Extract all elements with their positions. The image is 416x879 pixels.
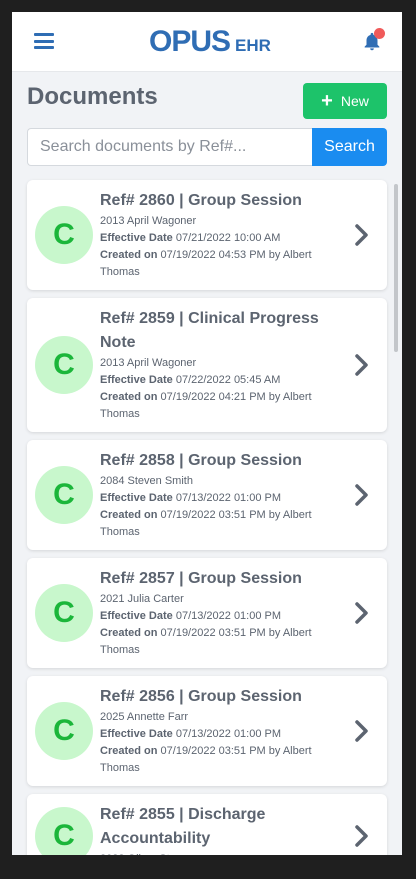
document-effective-date: Effective Date 07/13/2022 01:00 PM xyxy=(100,490,325,507)
document-card[interactable]: Ref# 2860 | Group Session 2013 April Wago… xyxy=(27,180,387,290)
document-effective-date: Effective Date 07/13/2022 01:00 PM xyxy=(100,608,325,625)
document-client: 2013 April Wagoner xyxy=(100,357,197,369)
created-on-label: Created on xyxy=(100,391,158,403)
logo-main: OPUS xyxy=(149,25,231,58)
chevron-right-icon[interactable] xyxy=(352,353,372,377)
document-created-on: Created on 07/19/2022 03:51 PM by Albert… xyxy=(100,743,325,777)
document-card[interactable]: Ref# 2855 | Discharge Accountability 2032… xyxy=(27,794,387,855)
document-title: Ref# 2855 | Discharge Accountability xyxy=(100,806,266,847)
document-effective-date: Effective Date 07/21/2022 10:00 AM xyxy=(100,230,325,247)
chevron-right-icon[interactable] xyxy=(352,223,372,247)
document-card[interactable]: Ref# 2857 | Group Session 2021 Julia Cart… xyxy=(27,558,387,668)
chevron-right-icon[interactable] xyxy=(352,824,372,848)
effective-date-label: Effective Date xyxy=(100,728,173,740)
app-logo: OPUS EHR xyxy=(149,27,271,57)
document-avatar: C xyxy=(35,584,93,642)
effective-date-value: 07/13/2022 01:00 PM xyxy=(175,728,282,740)
document-avatar: C xyxy=(35,206,93,264)
new-document-button[interactable]: + New xyxy=(303,83,387,119)
app-frame: OPUS EHR Documents + New Search Ref# 286… xyxy=(12,12,402,855)
effective-date-value: 07/21/2022 10:00 AM xyxy=(175,232,281,244)
document-client: 2013 April Wagoner xyxy=(100,215,197,227)
document-title: Ref# 2857 | Group Session xyxy=(100,570,302,587)
document-client: 2025 Annette Farr xyxy=(100,711,189,723)
effective-date-label: Effective Date xyxy=(100,492,173,504)
created-on-label: Created on xyxy=(100,249,158,261)
scrollbar[interactable] xyxy=(394,184,398,352)
document-client: 2084 Steven Smith xyxy=(100,475,193,487)
effective-date-value: 07/13/2022 01:00 PM xyxy=(175,610,282,622)
document-client: 2021 Julia Carter xyxy=(100,593,184,605)
search-button[interactable]: Search xyxy=(312,128,387,166)
created-on-label: Created on xyxy=(100,627,158,639)
document-effective-date: Effective Date 07/22/2022 05:45 AM xyxy=(100,372,325,389)
chevron-right-icon[interactable] xyxy=(352,601,372,625)
plus-icon: + xyxy=(321,90,333,112)
document-list: Ref# 2860 | Group Session 2013 April Wago… xyxy=(27,180,387,855)
document-created-on: Created on 07/19/2022 03:51 PM by Albert… xyxy=(100,625,325,659)
document-card[interactable]: Ref# 2856 | Group Session 2025 Annette Fa… xyxy=(27,676,387,786)
document-card-body: Ref# 2858 | Group Session 2084 Steven Smi… xyxy=(100,440,325,550)
document-card[interactable]: Ref# 2858 | Group Session 2084 Steven Smi… xyxy=(27,440,387,550)
document-card-body: Ref# 2857 | Group Session 2021 Julia Cart… xyxy=(100,558,325,668)
chevron-right-icon[interactable] xyxy=(352,483,372,507)
document-title: Ref# 2858 | Group Session xyxy=(100,452,302,469)
effective-date-value: 07/22/2022 05:45 AM xyxy=(175,374,281,386)
document-card-body: Ref# 2859 | Clinical Progress Note 2013 A… xyxy=(100,298,325,432)
created-on-label: Created on xyxy=(100,509,158,521)
document-created-on: Created on 07/19/2022 04:53 PM by Albert… xyxy=(100,247,325,281)
search-input[interactable] xyxy=(27,128,312,166)
logo-sub: EHR xyxy=(235,36,271,55)
page-title: Documents xyxy=(27,83,158,110)
document-client: 2032 Oliver Stone xyxy=(100,851,325,855)
document-card-body: Ref# 2855 | Discharge Accountability 2032… xyxy=(100,794,325,855)
document-card-body: Ref# 2860 | Group Session 2013 April Wago… xyxy=(100,180,325,290)
search-bar: Search xyxy=(27,128,387,166)
chevron-right-icon[interactable] xyxy=(352,719,372,743)
created-on-label: Created on xyxy=(100,745,158,757)
document-avatar: C xyxy=(35,336,93,394)
document-card[interactable]: Ref# 2859 | Clinical Progress Note 2013 A… xyxy=(27,298,387,432)
document-avatar: C xyxy=(35,807,93,855)
document-effective-date: Effective Date 07/13/2022 01:00 PM xyxy=(100,726,325,743)
document-title: Ref# 2856 | Group Session xyxy=(100,688,302,705)
effective-date-label: Effective Date xyxy=(100,610,173,622)
notification-dot xyxy=(374,28,385,39)
document-card-body: Ref# 2856 | Group Session 2025 Annette Fa… xyxy=(100,676,325,786)
document-title: Ref# 2859 | Clinical Progress Note xyxy=(100,310,319,351)
hamburger-icon[interactable] xyxy=(34,33,54,49)
new-button-label: New xyxy=(340,93,369,109)
document-title: Ref# 2860 | Group Session xyxy=(100,192,302,209)
document-avatar: C xyxy=(35,702,93,760)
document-created-on: Created on 07/19/2022 04:21 PM by Albert… xyxy=(100,389,325,423)
effective-date-label: Effective Date xyxy=(100,232,173,244)
document-avatar: C xyxy=(35,466,93,524)
effective-date-label: Effective Date xyxy=(100,374,173,386)
effective-date-value: 07/13/2022 01:00 PM xyxy=(175,492,282,504)
document-created-on: Created on 07/19/2022 03:51 PM by Albert… xyxy=(100,507,325,541)
top-bar: OPUS EHR xyxy=(12,12,402,72)
